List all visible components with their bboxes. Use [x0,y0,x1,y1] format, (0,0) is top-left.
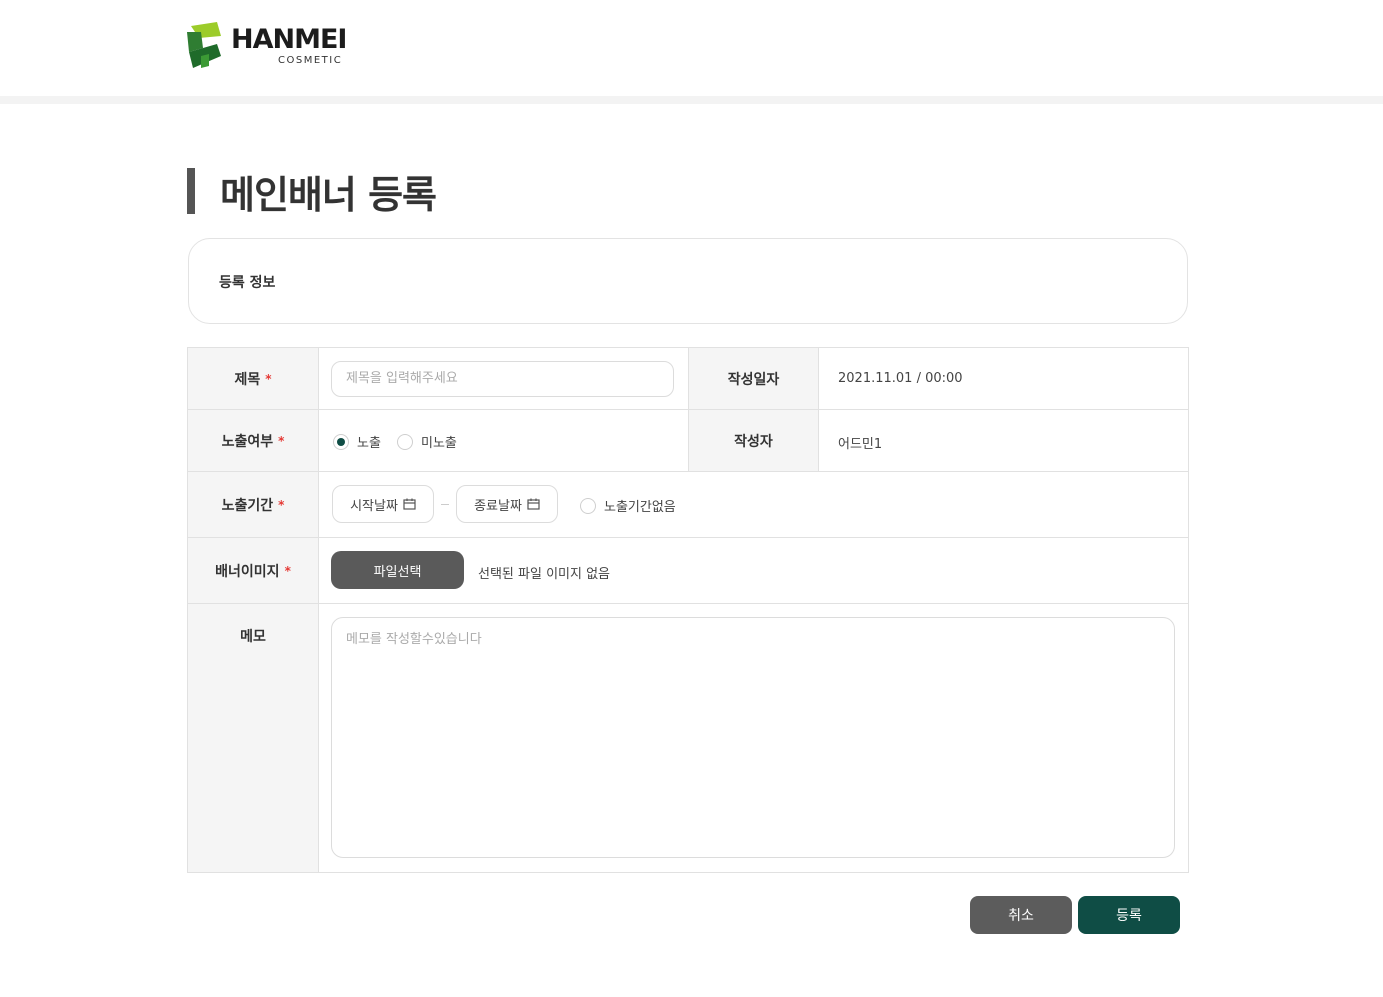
brand-name: HANMEI [231,24,347,55]
radio-exposed-label: 노출 [357,436,381,451]
required-mark: * [278,497,285,512]
radio-not-exposed-label: 미노출 [421,436,457,451]
header-divider [0,96,1383,104]
cancel-button[interactable]: 취소 [970,896,1072,934]
radio-exposed[interactable]: 노출 [333,432,381,451]
memo-label: 메모 [188,604,318,872]
radio-no-period[interactable]: 노출기간없음 [580,496,676,515]
submit-button[interactable]: 등록 [1078,896,1180,934]
file-select-button[interactable]: 파일선택 [331,551,464,589]
date-separator [441,504,449,505]
title-input[interactable]: 제목을 입력해주세요 [331,361,674,397]
banner-label-text: 배너이미지 [215,563,280,580]
title-label-text: 제목 [234,371,261,388]
required-mark: * [278,433,285,448]
column-divider [818,348,819,472]
end-date-label: 종료날짜 [474,498,522,514]
author-cell: 어드민1 [818,410,1188,472]
hanmei-logo[interactable]: HANMEI COSMETIC [187,22,347,70]
end-date-button[interactable]: 종료날짜 [456,485,558,523]
column-divider [688,348,689,472]
created-label-text: 작성일자 [727,371,780,388]
period-label: 노출기간 * [188,472,318,538]
title-accent-bar [187,168,195,214]
created-date-label: 작성일자 [689,348,818,410]
brand-subtitle: COSMETIC [278,55,343,66]
exposure-label: 노출여부 * [188,410,318,472]
radio-unchecked-icon [397,433,413,450]
memo-label-text: 메모 [240,629,266,645]
period-label-text: 노출기간 [221,497,274,514]
exposure-label-text: 노출여부 [221,433,274,450]
required-mark: * [265,371,272,386]
start-date-button[interactable]: 시작날짜 [332,485,434,523]
banner-image-label: 배너이미지 * [188,538,318,604]
title-field-cell: 제목을 입력해주세요 [318,348,688,410]
memo-cell: 메모를 작성할수있습니다 [318,604,1188,872]
author-label: 작성자 [689,410,818,472]
calendar-icon [527,498,540,510]
exposure-options-cell: 노출 미노출 [318,410,688,472]
section-header: 등록 정보 [188,238,1188,324]
calendar-icon [403,498,416,510]
start-date-label: 시작날짜 [350,498,398,514]
author-value: 어드민1 [838,437,883,452]
page-title: 메인배너 등록 [220,173,437,217]
section-title: 등록 정보 [219,275,276,291]
created-date-cell: 2021.11.01 / 00:00 [818,348,1188,410]
radio-no-period-label: 노출기간없음 [604,500,676,515]
radio-checked-icon [333,433,349,450]
author-label-text: 작성자 [734,433,773,450]
banner-image-cell: 파일선택 선택된 파일 이미지 없음 [318,538,1188,604]
period-cell: 시작날짜 종료날짜 노출기간없음 [318,472,1188,538]
top-header: HANMEI COSMETIC [0,0,1383,96]
radio-unchecked-icon [580,497,596,514]
banner-form: 제목 * 제목을 입력해주세요 작성일자 2021.11.01 / 00:00 노… [187,347,1189,873]
title-label: 제목 * [188,348,318,410]
memo-textarea[interactable]: 메모를 작성할수있습니다 [331,617,1175,858]
created-date-value: 2021.11.01 / 00:00 [838,371,963,386]
column-divider [318,348,319,872]
radio-not-exposed[interactable]: 미노출 [397,432,457,451]
file-status: 선택된 파일 이미지 없음 [478,567,610,582]
logo-mark-icon [187,22,221,68]
required-mark: * [284,563,291,578]
